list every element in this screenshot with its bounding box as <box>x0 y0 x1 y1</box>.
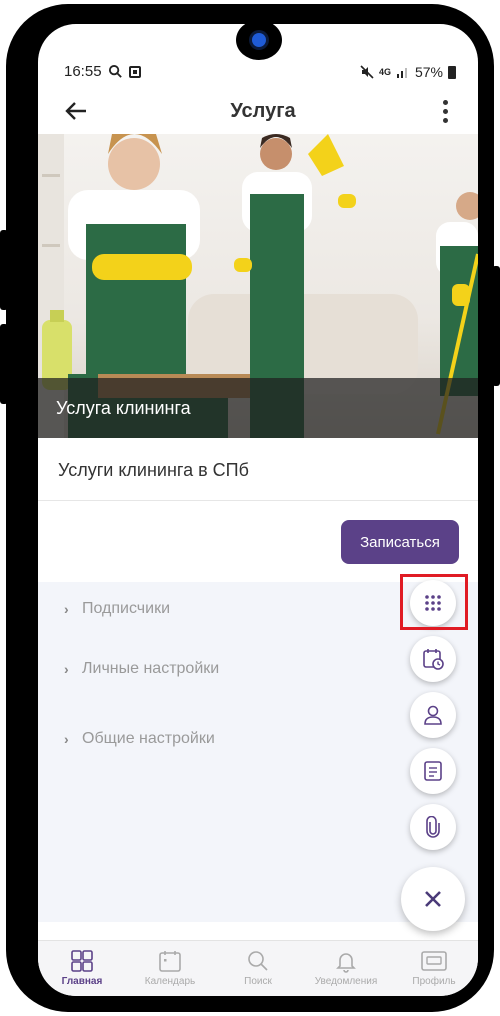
page-title: Услуга <box>230 99 296 122</box>
chevron-right-icon: › <box>64 661 69 677</box>
front-camera <box>236 20 282 60</box>
back-button[interactable] <box>56 91 96 131</box>
more-dot <box>442 117 448 123</box>
settings-item-label: Личные настройки <box>82 660 220 677</box>
side-button-right <box>492 266 500 386</box>
bottom-nav: Главная Календарь Поиск Уведомления Проф… <box>38 940 478 996</box>
fab-attachment-button[interactable] <box>410 804 456 850</box>
phone-frame: 16:55 4G 57% Услуга Услуга клининга Услу… <box>0 4 500 1012</box>
more-options-button[interactable] <box>430 91 460 131</box>
highlight-box <box>400 574 468 630</box>
fab-calendar-button[interactable] <box>410 636 456 682</box>
fab-close-button[interactable] <box>401 867 465 931</box>
volume-button <box>0 230 8 310</box>
service-description: Услуги клининга в СПб <box>58 460 249 480</box>
fab-user-button[interactable] <box>410 692 456 738</box>
nav-label: Главная <box>61 976 103 987</box>
screen: 16:55 4G 57% Услуга Услуга клининга Услу… <box>38 24 478 996</box>
nav-label: Календарь <box>144 976 196 987</box>
calendar-clock-icon <box>423 649 444 670</box>
chevron-right-icon: › <box>64 731 69 747</box>
nav-item-calendar[interactable]: Календарь <box>126 941 214 996</box>
nav-label: Поиск <box>244 976 272 987</box>
service-hero-image: Услуга клининга <box>38 134 478 438</box>
settings-item-label: Подписчики <box>82 600 171 617</box>
nav-item-search[interactable]: Поиск <box>214 941 302 996</box>
settings-panel: › Подписчики › Личные настройки › Общие … <box>38 582 478 922</box>
signup-button[interactable]: Записаться <box>341 520 459 564</box>
note-icon <box>424 761 442 781</box>
power-button <box>0 324 8 404</box>
more-dot <box>442 99 448 105</box>
nav-label: Уведомления <box>314 976 378 987</box>
settings-item-label: Общие настройки <box>82 730 215 747</box>
status-time: 16:55 <box>64 63 102 80</box>
network-type: 4G <box>378 67 391 77</box>
more-dot <box>442 108 448 114</box>
battery-percent: 57% <box>414 64 443 80</box>
chevron-right-icon: › <box>64 601 69 617</box>
attachment-icon <box>426 816 440 838</box>
hero-caption: Услуга клининга <box>38 378 478 438</box>
close-icon <box>425 891 441 907</box>
calendar-icon <box>159 951 181 972</box>
home-grid-icon <box>71 950 93 972</box>
settings-item-subscribers[interactable]: › Подписчики <box>64 594 170 624</box>
settings-item-personal[interactable]: › Личные настройки <box>64 654 219 684</box>
nav-item-profile[interactable]: Профиль <box>390 941 478 996</box>
nav-item-notifications[interactable]: Уведомления <box>302 941 390 996</box>
nav-label: Профиль <box>412 976 456 987</box>
search-status-icon <box>108 64 122 78</box>
divider <box>38 500 478 501</box>
bell-icon <box>336 953 356 973</box>
nav-item-home[interactable]: Главная <box>38 941 126 996</box>
battery-icon <box>448 65 456 79</box>
app-bar: Услуга <box>38 88 478 134</box>
signal-icon <box>396 68 407 78</box>
search-icon <box>248 951 268 971</box>
user-icon <box>424 705 442 725</box>
arrow-left-icon <box>65 102 86 120</box>
mute-icon <box>360 65 374 79</box>
fab-note-button[interactable] <box>410 748 456 794</box>
settings-item-general[interactable]: › Общие настройки <box>64 724 215 754</box>
profile-card-icon <box>421 951 447 971</box>
notification-status-icon <box>128 65 141 78</box>
